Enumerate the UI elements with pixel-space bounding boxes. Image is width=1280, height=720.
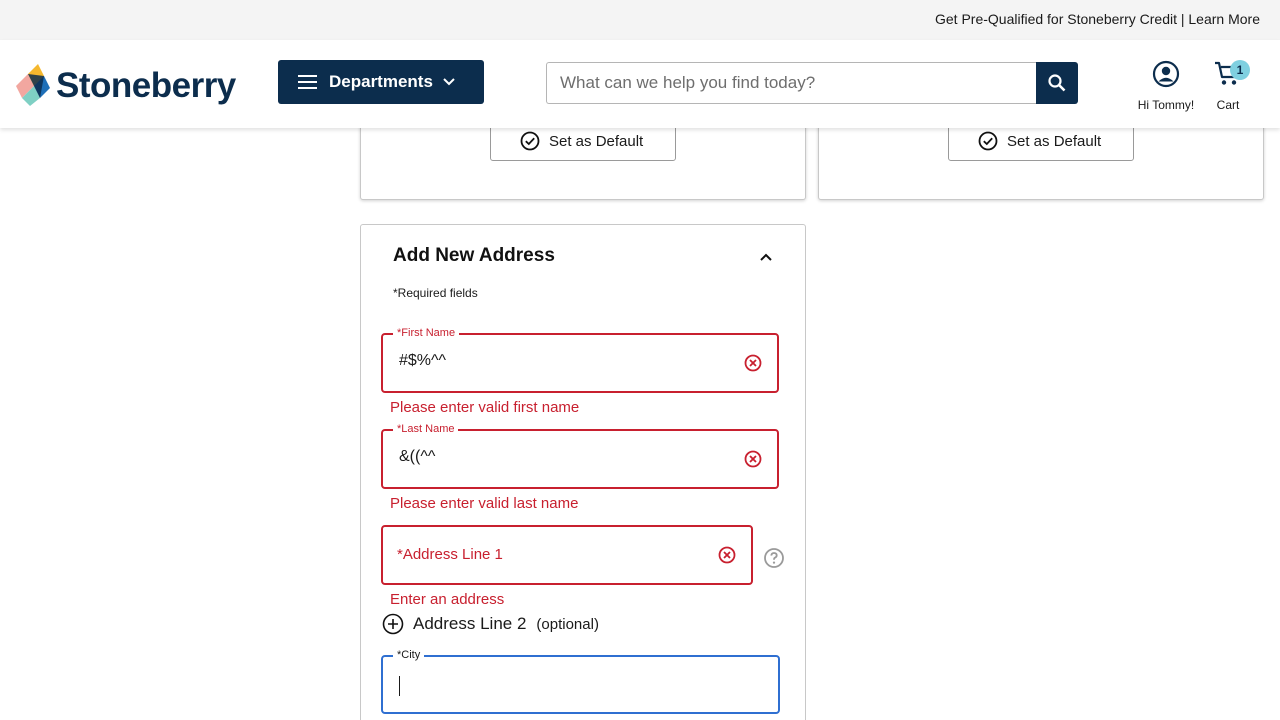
search-icon [1048,74,1066,92]
add-address-form: Add New Address *Required fields *First … [360,224,806,720]
last-name-label: *Last Name [393,422,459,436]
logo-wordmark: Stoneberry [56,65,236,105]
first-name-label: *First Name [393,326,460,340]
account-menu[interactable]: Hi Tommy! [1128,60,1204,112]
address-line-1-field[interactable]: *Address Line 1 [381,525,753,585]
first-name-error: Please enter valid first name [390,399,580,416]
last-name-error: Please enter valid last name [390,495,579,512]
last-name-field[interactable]: *Last Name &((^^ [381,422,779,489]
hamburger-menu-icon [298,75,317,89]
stoneberry-logo[interactable]: Stoneberry [16,63,252,107]
first-name-value: #$%^^ [399,352,447,369]
search-input[interactable] [546,62,1037,104]
text-cursor [399,676,400,696]
set-default-label: Set as Default [1007,132,1102,150]
address-line-1-placeholder: *Address Line 1 [397,546,503,563]
check-circle-icon [978,131,998,151]
chevron-down-icon [442,77,456,87]
promo-link[interactable]: Get Pre-Qualified for Stoneberry Credit … [935,11,1260,27]
last-name-value: &((^^ [399,448,436,465]
collapse-toggle[interactable] [755,249,777,265]
cart-button[interactable]: 1 Cart [1208,60,1250,112]
address-line-1-error: Enter an address [390,591,505,608]
set-default-label: Set as Default [549,132,644,150]
help-icon[interactable] [763,547,785,569]
clear-error-icon[interactable] [717,545,737,565]
plus-circle-icon [382,613,404,635]
optional-note: (optional) [536,615,599,633]
required-fields-note: *Required fields [393,286,478,300]
departments-label: Departments [329,72,433,91]
search-bar [546,62,1078,104]
account-label: Hi Tommy! [1137,98,1195,112]
logo-mark-icon [16,64,50,106]
cart-count-badge: 1 [1230,60,1250,80]
check-circle-icon [520,131,540,151]
account-icon [1152,60,1180,88]
cart-label: Cart [1216,98,1240,112]
clear-error-icon[interactable] [743,353,763,373]
departments-button[interactable]: Departments [278,60,484,104]
add-address-line-2-button[interactable]: Address Line 2 (optional) [382,613,599,635]
first-name-field[interactable]: *First Name #$%^^ [381,326,779,393]
search-button[interactable] [1036,62,1078,104]
city-field[interactable]: *City [381,648,780,714]
form-title: Add New Address [393,245,555,266]
address-line-2-label: Address Line 2 [413,614,527,633]
clear-error-icon[interactable] [743,449,763,469]
site-header: Stoneberry Departments Hi Tommy! [0,40,1280,128]
city-label: *City [393,648,425,662]
promo-bar: Get Pre-Qualified for Stoneberry Credit … [0,0,1280,40]
chevron-up-icon [760,253,772,261]
